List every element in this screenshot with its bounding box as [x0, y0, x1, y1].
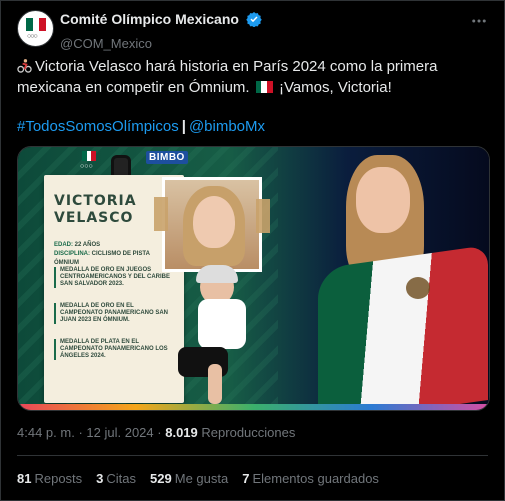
athlete-name: VICTORIA VELASCO: [54, 193, 137, 227]
stat-bookmarks[interactable]: 7 Elementos guardados: [242, 471, 379, 486]
stat-quotes[interactable]: 3 Citas: [96, 471, 136, 486]
divider: [17, 455, 488, 456]
engagement-stats: 81 Reposts 3 Citas 529 Me gusta 7 Elementos …: [17, 471, 393, 486]
portrait-face: [193, 196, 235, 248]
athlete-face: [356, 167, 410, 233]
medal-item: MEDALLA DE ORO EN EL CAMPEONATO PANAMERI…: [54, 303, 172, 324]
age-label: EDAD:: [54, 242, 73, 248]
athlete-portrait-photo: [162, 177, 262, 272]
olympic-rings-logo-icon: ○○○: [80, 163, 93, 170]
tweet-text-line1: Victoria Velasco hará historia en París …: [35, 58, 438, 75]
tag-separator: |: [181, 118, 186, 135]
tweet-date[interactable]: 12 jul. 2024: [86, 425, 153, 440]
tape-decoration: [154, 197, 168, 231]
stat-count: 529: [150, 471, 172, 486]
discipline-label: DISCIPLINA:: [54, 251, 90, 257]
stat-reposts[interactable]: 81 Reposts: [17, 471, 82, 486]
views-count: 8.019: [165, 425, 198, 440]
medal-item: MEDALLA DE ORO EN JUEGOS CENTROAMERICANO…: [54, 267, 172, 288]
flag-emblem-icon: [406, 277, 430, 299]
cyclist-emoji-icon: [17, 58, 32, 73]
meta-dot: ·: [78, 425, 83, 440]
avatar[interactable]: ○○○: [17, 10, 54, 47]
stat-count: 7: [242, 471, 250, 486]
age-value: 22 AÑOS: [74, 242, 101, 248]
tweet-container: ○○○ Comité Olímpico Mexicano @COM_Mexico…: [0, 0, 505, 501]
hashtag-link[interactable]: #TodosSomosOlímpicos: [17, 118, 179, 135]
stat-likes[interactable]: 529 Me gusta: [150, 471, 228, 486]
cyclist-figure: [168, 265, 298, 409]
tweet-timestamp: 4:44 p. m. · 12 jul. 2024 · 8.019 Reprod…: [17, 425, 295, 440]
stat-label: Me gusta: [174, 471, 229, 486]
more-icon[interactable]: [470, 12, 488, 35]
cyclist-leg: [208, 364, 222, 404]
athlete-flag-figure: [318, 147, 489, 410]
olympic-rings-icon: ○○○: [27, 33, 38, 40]
athlete-last-name: VELASCO: [54, 210, 134, 226]
mexico-flag-icon: [26, 18, 47, 31]
tweet-tags: #TodosSomosOlímpicos | @bimboMx: [17, 118, 265, 135]
tape-decoration: [256, 199, 270, 233]
tweet-header: ○○○ Comité Olímpico Mexicano @COM_Mexico: [17, 10, 492, 51]
verified-badge-icon: [246, 11, 263, 32]
stat-count: 3: [96, 471, 104, 486]
mexico-flag-logo-icon: [82, 151, 97, 161]
cyclist-jersey: [198, 299, 246, 349]
stat-label: Reposts: [34, 471, 83, 486]
athlete-meta: EDAD: 22 AÑOS DISCIPLINA: CICLISMO DE PI…: [54, 241, 174, 268]
mention-link[interactable]: @bimboMx: [189, 118, 265, 135]
paris-2024-color-strip: [18, 404, 489, 410]
tweet-text-line2b: ¡Vamos, Victoria!: [278, 79, 392, 96]
stat-label: Citas: [106, 471, 137, 486]
athlete-first-name: VICTORIA: [54, 193, 137, 209]
tweet-text: Victoria Velasco hará historia en París …: [17, 56, 487, 98]
author-info: Comité Olímpico Mexicano @COM_Mexico: [60, 11, 263, 51]
meta-dot: ·: [157, 425, 162, 440]
author-handle[interactable]: @COM_Mexico: [60, 36, 262, 51]
author-name[interactable]: Comité Olímpico Mexicano: [60, 11, 239, 27]
mexico-flag-emoji-icon: [255, 81, 273, 93]
tweet-media-image[interactable]: ○○○ BIMBO VICTORIA VELASCO EDAD: 22 AÑOS…: [17, 146, 490, 411]
medal-item: MEDALLA DE PLATA EN EL CAMPEONATO PANAME…: [54, 339, 172, 360]
stat-label: Elementos guardados: [252, 471, 379, 486]
mexican-flag-cape: [318, 245, 488, 410]
stat-count: 81: [17, 471, 32, 486]
views-label: Reproducciones: [201, 425, 296, 440]
tweet-time[interactable]: 4:44 p. m.: [17, 425, 75, 440]
tweet-text-line2a: mexicana en competir en Ómnium.: [17, 79, 250, 96]
cyclist-helmet: [196, 265, 238, 283]
sponsor-logo: BIMBO: [146, 151, 188, 164]
